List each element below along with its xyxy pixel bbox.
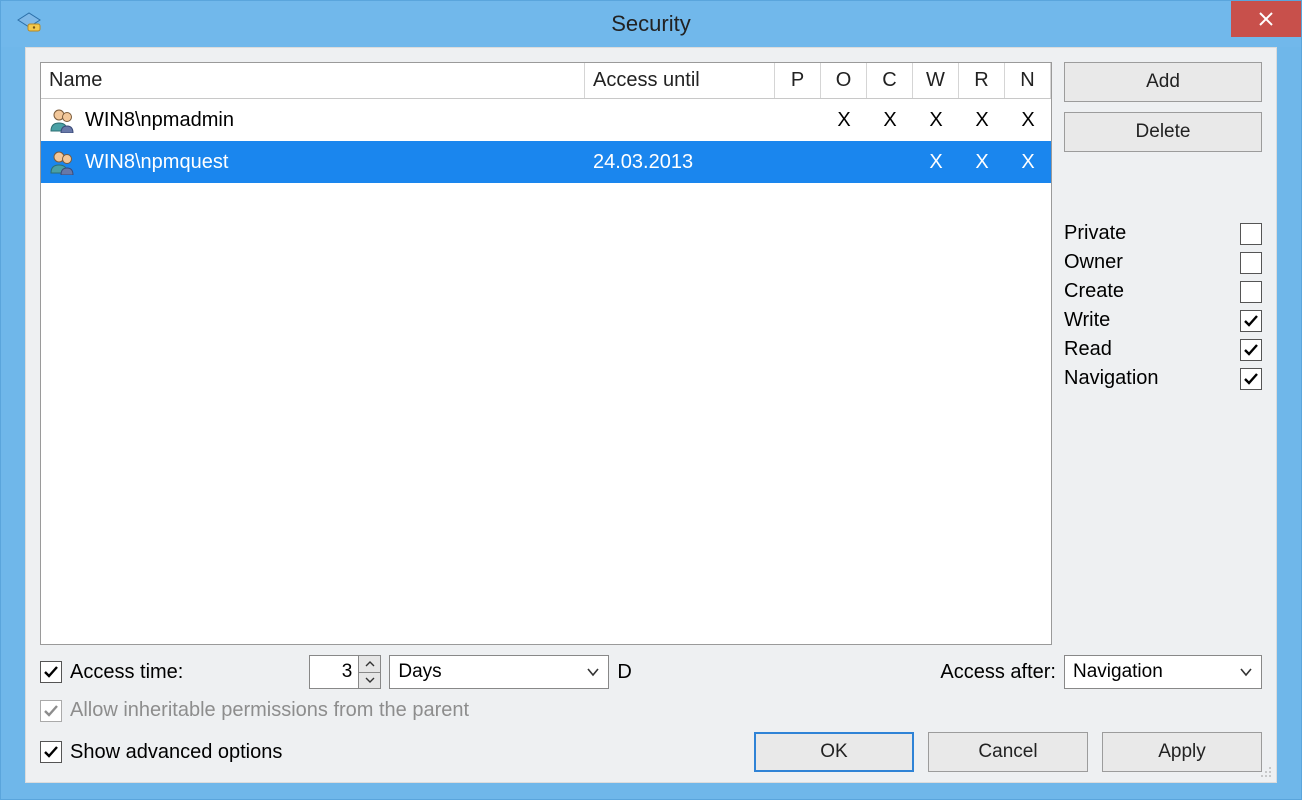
perm-label: Read <box>1064 338 1112 361</box>
perm-checkbox[interactable] <box>1240 223 1262 245</box>
perm-label: Navigation <box>1064 367 1159 390</box>
perm-label: Owner <box>1064 251 1123 274</box>
cell-perm: X <box>959 151 1005 174</box>
cell-perm: X <box>959 109 1005 132</box>
show-advanced-checkbox[interactable] <box>40 741 62 763</box>
app-icon <box>15 10 43 38</box>
user-icon <box>49 107 75 133</box>
perm-checkbox[interactable] <box>1240 310 1262 332</box>
perm-row: Private <box>1064 222 1262 245</box>
grid-header: Name Access until P O C W R N <box>41 63 1051 99</box>
cell-perm: X <box>1005 109 1051 132</box>
apply-button[interactable]: Apply <box>1102 732 1262 772</box>
chevron-up-icon <box>365 660 375 668</box>
cell-access-until: 24.03.2013 <box>585 151 775 174</box>
cell-name: WIN8\npmadmin <box>41 107 585 133</box>
check-icon <box>1243 342 1259 358</box>
add-button[interactable]: Add <box>1064 62 1262 102</box>
check-icon <box>1243 371 1259 387</box>
inherit-row: Allow inheritable permissions from the p… <box>40 699 1262 722</box>
inherit-label: Allow inheritable permissions from the p… <box>70 699 469 722</box>
cell-perm: X <box>867 109 913 132</box>
ok-button[interactable]: OK <box>754 732 914 772</box>
cell-name: WIN8\npmquest <box>41 149 585 175</box>
window-title: Security <box>1 11 1301 37</box>
check-icon <box>43 703 59 719</box>
show-advanced-label: Show advanced options <box>70 741 282 764</box>
user-icon <box>49 149 75 175</box>
col-o[interactable]: O <box>821 63 867 98</box>
check-icon <box>43 664 59 680</box>
col-w[interactable]: W <box>913 63 959 98</box>
col-n[interactable]: N <box>1005 63 1051 98</box>
perm-row: Write <box>1064 309 1262 332</box>
perm-label: Write <box>1064 309 1110 332</box>
spinner-down[interactable] <box>359 673 380 689</box>
perm-checkbox[interactable] <box>1240 339 1262 361</box>
col-c[interactable]: C <box>867 63 913 98</box>
resize-grip-icon[interactable] <box>1256 762 1272 778</box>
perm-checkbox[interactable] <box>1240 281 1262 303</box>
cell-perm: X <box>913 151 959 174</box>
perm-label: Create <box>1064 280 1124 303</box>
chevron-down-icon <box>586 667 600 677</box>
table-row[interactable]: WIN8\npmquest24.03.2013XXX <box>41 141 1051 183</box>
chevron-down-icon <box>1239 667 1253 677</box>
client-area: Name Access until P O C W R N WIN8\npmad… <box>25 47 1277 783</box>
bottom-row: Show advanced options OK Cancel Apply <box>40 732 1262 772</box>
delete-button[interactable]: Delete <box>1064 112 1262 152</box>
perm-row: Navigation <box>1064 367 1262 390</box>
access-time-row: Access time: Days D Access after: <box>40 655 1262 689</box>
permissions-grid[interactable]: Name Access until P O C W R N WIN8\npmad… <box>40 62 1052 645</box>
access-time-suffix: D <box>617 661 631 684</box>
close-button[interactable] <box>1231 1 1301 37</box>
user-name: WIN8\npmadmin <box>85 109 234 132</box>
col-r[interactable]: R <box>959 63 1005 98</box>
access-time-unit-combo[interactable]: Days <box>389 655 609 689</box>
user-name: WIN8\npmquest <box>85 151 228 174</box>
table-row[interactable]: WIN8\npmadminXXXXX <box>41 99 1051 141</box>
cell-perm: X <box>1005 151 1051 174</box>
close-icon <box>1258 11 1274 27</box>
titlebar[interactable]: Security <box>1 1 1301 47</box>
access-after-value: Navigation <box>1073 661 1231 683</box>
perm-label: Private <box>1064 222 1126 245</box>
access-after-label: Access after: <box>940 661 1056 684</box>
access-time-unit: Days <box>398 661 578 683</box>
check-icon <box>43 744 59 760</box>
cell-perm: X <box>821 109 867 132</box>
cell-perm: X <box>913 109 959 132</box>
col-p[interactable]: P <box>775 63 821 98</box>
perm-row: Owner <box>1064 251 1262 274</box>
grid-body[interactable]: WIN8\npmadminXXXXXWIN8\npmquest24.03.201… <box>41 99 1051 644</box>
access-time-label: Access time: <box>70 661 183 684</box>
perm-checkbox[interactable] <box>1240 252 1262 274</box>
cancel-button[interactable]: Cancel <box>928 732 1088 772</box>
spinner-up[interactable] <box>359 656 380 673</box>
perm-row: Read <box>1064 338 1262 361</box>
side-panel: Add Delete Private Owner Create Write Read Na… <box>1064 62 1262 645</box>
col-name[interactable]: Name <box>41 63 585 98</box>
access-time-checkbox[interactable] <box>40 661 62 683</box>
access-after-combo[interactable]: Navigation <box>1064 655 1262 689</box>
col-access-until[interactable]: Access until <box>585 63 775 98</box>
chevron-down-icon <box>365 676 375 684</box>
permission-checkboxes: Private Owner Create Write Read Navigation <box>1064 222 1262 390</box>
perm-checkbox[interactable] <box>1240 368 1262 390</box>
security-dialog: Security Name Access until P O C W R N W… <box>0 0 1302 800</box>
perm-row: Create <box>1064 280 1262 303</box>
inherit-checkbox <box>40 700 62 722</box>
access-time-value[interactable] <box>310 656 358 688</box>
check-icon <box>1243 313 1259 329</box>
access-time-spinner[interactable] <box>309 655 381 689</box>
